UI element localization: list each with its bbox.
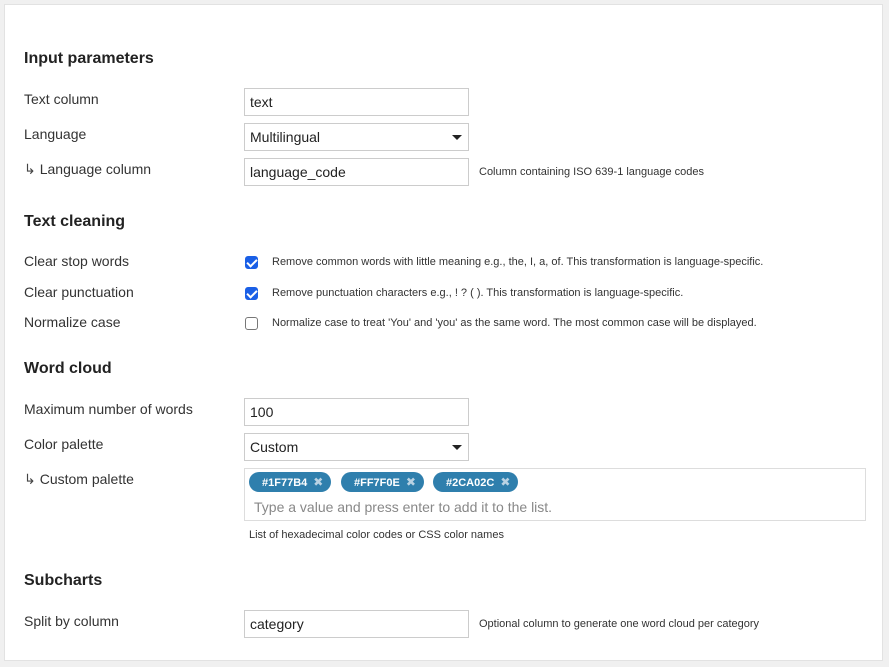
color-palette-label: Color palette: [24, 436, 104, 452]
settings-panel: Input parameters Text column Language Mu…: [4, 4, 883, 661]
palette-tag: #1F77B4 ✖: [249, 472, 332, 492]
language-column-label: ↳ Language column: [24, 161, 151, 178]
section-title-subcharts: Subcharts: [24, 572, 103, 589]
split-by-column-help: Optional column to generate one word clo…: [479, 618, 760, 630]
clear-punctuation-checkbox[interactable]: [245, 287, 258, 300]
palette-tag: #FF7F0E ✖: [341, 472, 424, 492]
max-words-label: Maximum number of words: [24, 401, 193, 417]
text-column-input[interactable]: [250, 89, 463, 115]
clear-stop-words-label: Clear stop words: [24, 253, 130, 269]
clear-stop-words-checkbox[interactable]: [245, 256, 258, 269]
clear-punctuation-description: Remove punctuation characters e.g., ! ? …: [272, 287, 684, 299]
text-column-label: Text column: [24, 91, 99, 107]
normalize-case-label: Normalize case: [24, 314, 121, 330]
section-title-word-cloud: Word cloud: [24, 360, 112, 377]
language-column-help: Column containing ISO 639-1 language cod…: [479, 166, 705, 178]
palette-tag: #2CA02C ✖: [433, 472, 519, 492]
language-select[interactable]: Multilingual: [244, 123, 469, 151]
language-column-label-text: Language column: [39, 161, 152, 177]
caret-down-icon: [452, 445, 462, 450]
caret-down-icon: [452, 135, 462, 140]
clear-stop-words-description: Remove common words with little meaning …: [272, 256, 764, 268]
color-palette-select-value: Custom: [250, 439, 299, 455]
remove-tag-icon[interactable]: ✖: [500, 475, 510, 489]
language-column-field[interactable]: [244, 158, 469, 186]
custom-palette-tags-input[interactable]: #1F77B4 ✖ #FF7F0E ✖ #2CA02C ✖: [244, 468, 866, 521]
palette-tag-value: #1F77B4: [262, 477, 308, 489]
text-column-field[interactable]: [244, 88, 469, 116]
split-by-column-input[interactable]: [250, 611, 463, 637]
language-label: Language: [24, 126, 87, 142]
language-select-value: Multilingual: [250, 129, 321, 145]
max-words-field[interactable]: [244, 398, 469, 426]
palette-tag-value: #2CA02C: [446, 477, 495, 489]
custom-palette-label-text: Custom palette: [39, 471, 134, 487]
custom-palette-new-value-input[interactable]: [254, 499, 834, 515]
normalize-case-checkbox[interactable]: [245, 317, 258, 330]
sub-arrow-icon: ↳: [24, 471, 36, 487]
remove-tag-icon[interactable]: ✖: [313, 475, 323, 489]
custom-palette-help: List of hexadecimal color codes or CSS c…: [249, 529, 504, 541]
sub-arrow-icon: ↳: [24, 161, 36, 177]
split-by-column-field[interactable]: [244, 610, 469, 638]
color-palette-select[interactable]: Custom: [244, 433, 469, 461]
custom-palette-label: ↳ Custom palette: [24, 471, 134, 488]
remove-tag-icon[interactable]: ✖: [406, 475, 416, 489]
split-by-column-label: Split by column: [24, 613, 119, 629]
normalize-case-description: Normalize case to treat 'You' and 'you' …: [272, 317, 757, 329]
clear-punctuation-label: Clear punctuation: [24, 284, 134, 300]
section-title-text-cleaning: Text cleaning: [24, 213, 126, 230]
section-title-input-parameters: Input parameters: [24, 50, 154, 67]
language-column-input[interactable]: [250, 159, 463, 185]
max-words-input[interactable]: [250, 399, 463, 425]
palette-tag-value: #FF7F0E: [354, 477, 400, 489]
